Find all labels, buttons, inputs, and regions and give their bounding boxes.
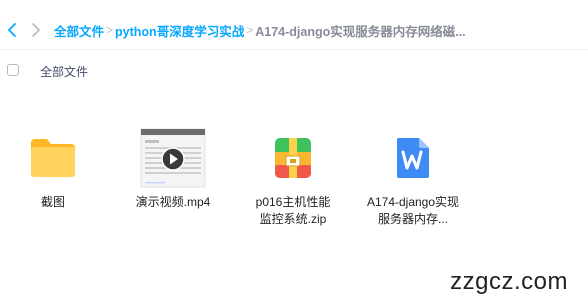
chevron-right-icon xyxy=(32,23,40,37)
breadcrumb: 全部文件 > python哥深度学习实战 > A174-django实现服务器内… xyxy=(54,21,466,39)
word-document-icon xyxy=(397,138,429,178)
watermark: zzgcz.com xyxy=(450,268,568,295)
chevron-left-icon xyxy=(8,23,16,37)
breadcrumb-item-all-files[interactable]: 全部文件 xyxy=(54,21,104,40)
file-item-zip[interactable]: p016主机性能监控系统.zip xyxy=(238,128,348,228)
breadcrumb-separator: > xyxy=(106,23,114,37)
file-name: 演示视频.mp4 xyxy=(135,195,211,209)
breadcrumb-separator: > xyxy=(246,23,254,37)
file-item-video[interactable]: 演示视频.mp4 xyxy=(118,128,228,211)
all-files-label: 全部文件 xyxy=(40,65,89,79)
file-item-folder[interactable]: 截图 xyxy=(0,128,108,211)
back-button[interactable] xyxy=(2,20,22,40)
breadcrumb-item-current: A174-django实现服务器内存网络磁... xyxy=(255,24,466,39)
header-divider xyxy=(0,49,588,50)
select-all-checkbox[interactable] xyxy=(7,64,19,76)
breadcrumb-item-python[interactable]: python哥深度学习实战 xyxy=(115,21,244,40)
file-name: p016主机性能监控系统.zip xyxy=(255,195,331,226)
video-thumbnail-icon xyxy=(140,128,206,188)
forward-button[interactable] xyxy=(26,20,46,40)
zip-archive-icon xyxy=(275,138,311,178)
file-name: A174-django实现服务器内存... xyxy=(366,195,460,226)
folder-icon xyxy=(31,139,75,177)
file-item-word[interactable]: A174-django实现服务器内存... xyxy=(358,128,468,228)
file-name: 截图 xyxy=(40,195,65,209)
